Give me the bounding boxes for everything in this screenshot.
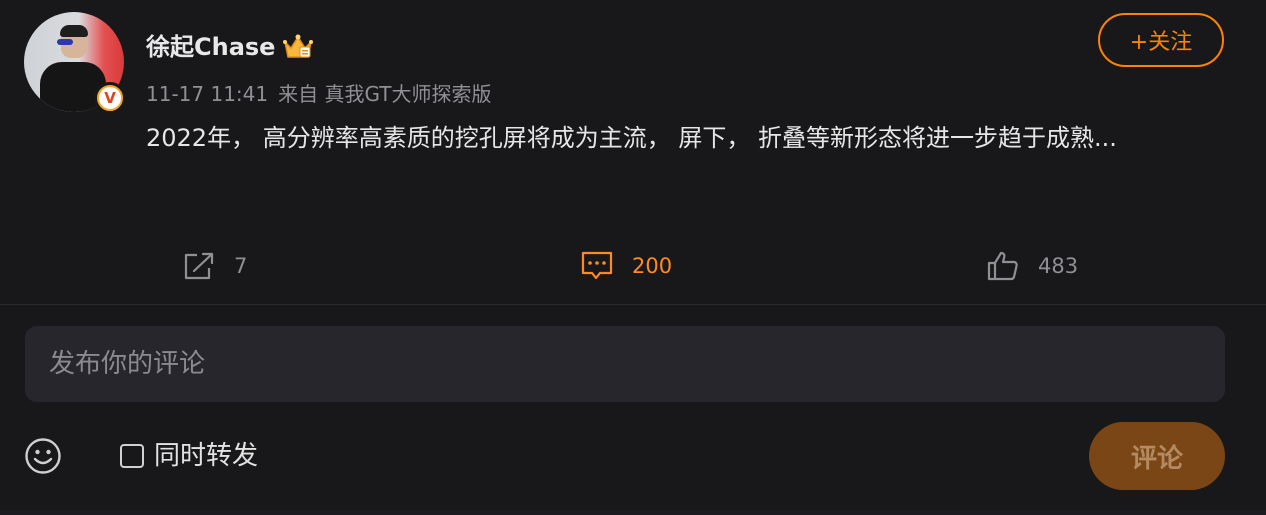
verified-v-badge-icon: V <box>94 82 126 114</box>
comment-button[interactable]: 200 <box>580 246 672 286</box>
post-content: 2022年， 高分辨率高素质的挖孔屏将成为主流， 屏下， 折叠等新形态将进一步趋… <box>146 124 1117 152</box>
weibo-post-page: V 徐起Chase 11-17 11:41 来自 真我GT大师探索版 2022年… <box>0 0 1266 515</box>
comment-count: 200 <box>632 254 673 278</box>
share-icon <box>184 252 214 280</box>
post-source: 来自 真我GT大师探索版 <box>278 82 492 106</box>
bottom-divider <box>0 510 1266 515</box>
comment-icon <box>581 251 613 280</box>
thumbs-up-icon <box>987 251 1018 281</box>
share-button[interactable]: 7 <box>182 246 247 286</box>
submit-comment-button[interactable]: 评论 <box>1089 422 1225 490</box>
avatar-hair <box>60 25 88 37</box>
repost-option[interactable]: 同时转发 <box>120 438 258 474</box>
repost-checkbox[interactable] <box>120 444 144 468</box>
section-divider <box>0 304 1266 305</box>
like-button[interactable]: 483 <box>986 246 1078 286</box>
emoji-icon[interactable] <box>24 437 62 475</box>
crown-badge-icon <box>283 34 313 58</box>
share-count: 7 <box>234 254 248 278</box>
comment-input[interactable] <box>25 326 1225 402</box>
repost-label: 同时转发 <box>154 441 259 471</box>
avatar-glasses <box>57 39 73 45</box>
like-count: 483 <box>1038 254 1079 278</box>
follow-button[interactable]: +关注 <box>1098 13 1224 67</box>
author-name[interactable]: 徐起Chase <box>146 30 275 64</box>
post-date[interactable]: 11-17 11:41 <box>146 80 268 108</box>
post-meta: 11-17 11:41 来自 真我GT大师探索版 <box>146 80 491 108</box>
